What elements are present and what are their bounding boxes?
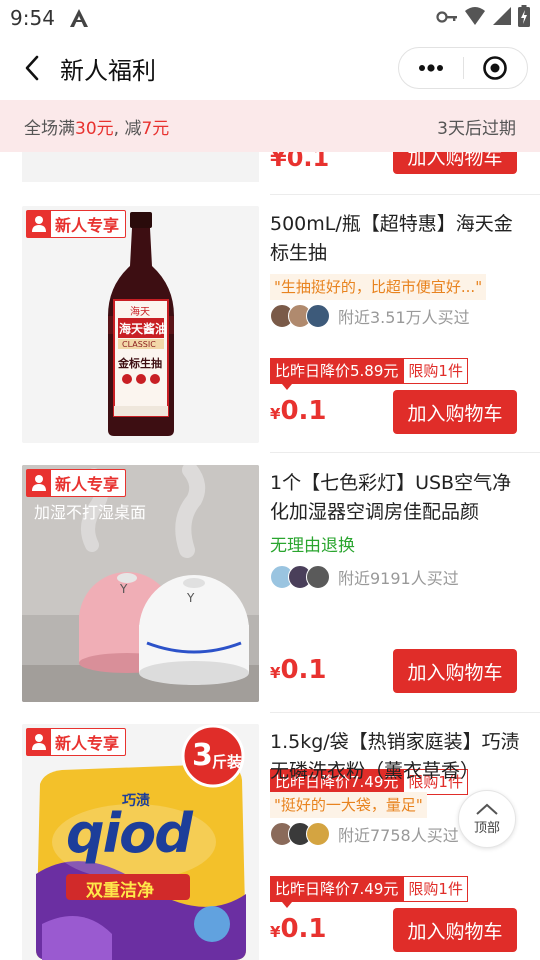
divider <box>270 712 540 713</box>
status-time: 9:54 <box>10 6 55 30</box>
user-icon <box>27 211 51 237</box>
back-arrow-icon <box>25 55 39 81</box>
chevron-up-icon <box>476 803 498 815</box>
product-image[interactable]: 新人专享 Y Y 加湿不打湿桌面 <box>22 465 259 702</box>
buyers-row: 附近3.51万人买过 <box>270 302 470 330</box>
target-close-icon <box>483 56 508 80</box>
new-user-badge: 新人专享 <box>26 728 127 756</box>
coupon-banner: 全场满 30元, 减 7元 3天后过期 <box>0 100 540 152</box>
buyers-row: 附近7758人买过 <box>270 820 459 848</box>
product-image[interactable]: 新人专享 海天 海天酱油 CLASSIC 金标生抽 <box>22 206 259 443</box>
add-to-cart-button[interactable]: 加入购物车 <box>393 908 517 952</box>
weight-unit: 斤装 <box>212 753 243 771</box>
back-button[interactable] <box>10 46 54 90</box>
user-icon <box>27 470 51 496</box>
back-to-top-label: 顶部 <box>473 820 500 836</box>
price-value: 0.1 <box>280 655 327 685</box>
more-menu-button[interactable] <box>399 48 463 88</box>
limit-tag: 限购1件 <box>403 876 468 902</box>
image-caption: 加湿不打湿桌面 <box>34 503 147 522</box>
currency-symbol: ¥ <box>270 664 281 682</box>
badge-label: 新人专享 <box>55 216 120 235</box>
product-title[interactable]: 1个【七色彩灯】USB空气净化加湿器空调房佳配品颜 <box>270 469 520 527</box>
back-to-top-button[interactable]: 顶部 <box>458 790 516 848</box>
price-cut-row: 比昨日降价5.89元 限购1件 <box>270 358 468 390</box>
buyer-avatars <box>270 565 330 589</box>
price-cut-tag: 比昨日降价7.49元 <box>270 876 404 908</box>
product-card[interactable]: 新人专享 Y Y 加湿不打湿桌面 1个【七色彩灯】USB空气净化加湿器空调房佳配… <box>0 465 540 801</box>
status-bar: 9:54 <box>0 0 540 36</box>
price-cut-row: 比昨日降价7.49元 限购1件 <box>270 876 468 908</box>
product-price: ¥0.1 <box>270 655 327 685</box>
bottle-brand-label: 海天 <box>130 307 150 318</box>
bottle-label-variant: 金标生抽 <box>118 357 162 370</box>
previous-product-image <box>22 152 259 182</box>
vpn-key-icon <box>436 9 458 28</box>
badge-label: 新人专享 <box>55 475 120 494</box>
promo-threshold: 30元 <box>75 118 114 139</box>
battery-icon <box>518 5 530 31</box>
previous-product-card: ¥0.1 加入购物车 <box>0 152 540 194</box>
badge-label: 新人专享 <box>55 734 120 753</box>
user-icon <box>27 729 51 755</box>
buyer-avatars <box>270 822 330 846</box>
mini-program-capsule <box>398 47 528 89</box>
add-to-cart-button[interactable]: 加入购物车 <box>393 152 517 174</box>
currency-symbol: ¥ <box>270 923 281 941</box>
avatar <box>306 822 330 846</box>
product-title[interactable]: 500mL/瓶【超特惠】海天金标生抽 <box>270 210 520 268</box>
promo-discount: 7元 <box>141 118 170 139</box>
product-price: ¥0.1 <box>270 914 327 944</box>
add-to-cart-button[interactable]: 加入购物车 <box>393 649 517 693</box>
new-user-badge: 新人专享 <box>26 210 127 238</box>
product-list: ¥0.1 加入购物车 新人专享 海天 海天酱油 CLASSIC 金标生抽 500… <box>0 152 540 960</box>
review-quote: "生抽挺好的，比超市便宜好..." <box>270 274 487 300</box>
accessibility-icon <box>69 8 89 28</box>
price-cut-tag: 比昨日降价5.89元 <box>270 358 404 390</box>
add-to-cart-button[interactable]: 加入购物车 <box>393 390 517 434</box>
wifi-icon <box>464 6 486 30</box>
price-value: 0.1 <box>280 914 327 944</box>
buyers-row: 附近9191人买过 <box>270 563 459 591</box>
weight-number: 3 <box>192 738 213 773</box>
previous-product-price: ¥0.1 <box>270 152 330 172</box>
brand-logo-text: qiod <box>66 802 193 865</box>
avatar <box>306 565 330 589</box>
limit-tag: 限购1件 <box>403 358 468 384</box>
bottle-label-classic: CLASSIC <box>122 340 156 349</box>
buyers-count: 附近3.51万人买过 <box>338 308 470 327</box>
buyers-count: 附近9191人买过 <box>338 569 459 588</box>
promo-prefix: 全场满 <box>24 118 75 139</box>
svg-text:Y: Y <box>186 591 195 605</box>
avatar <box>306 304 330 328</box>
promo-expiry: 3天后过期 <box>437 118 516 139</box>
slogan-label: 双重洁净 <box>86 881 154 901</box>
return-policy-tag: 无理由退换 <box>270 536 355 556</box>
product-title[interactable]: 1.5kg/袋【热销家庭装】巧渍无磷洗衣粉（薰衣草香） <box>270 728 520 786</box>
currency-symbol: ¥ <box>270 405 281 423</box>
nav-bar: 新人福利 <box>0 36 540 100</box>
svg-text:Y: Y <box>119 582 128 596</box>
promo-middle: , 减 <box>113 118 142 139</box>
bottle-label-main: 海天酱油 <box>119 322 168 336</box>
product-card[interactable]: 新人专享 3 斤装 巧渍 qiod 双重洁净 1.5kg/袋【热销家庭装】巧渍无… <box>0 724 540 960</box>
price-value: 0.1 <box>280 396 327 426</box>
product-image[interactable]: 新人专享 3 斤装 巧渍 qiod 双重洁净 <box>22 724 259 960</box>
more-dots-icon <box>418 64 443 72</box>
review-quote: "挺好的一大袋，量足" <box>270 792 427 818</box>
product-price: ¥0.1 <box>270 396 327 426</box>
page-title: 新人福利 <box>60 56 156 85</box>
close-mini-program-button[interactable] <box>464 48 528 88</box>
new-user-badge: 新人专享 <box>26 469 127 497</box>
buyers-count: 附近7758人买过 <box>338 826 459 845</box>
signal-icon <box>492 6 512 30</box>
product-card[interactable]: 新人专享 海天 海天酱油 CLASSIC 金标生抽 500mL/瓶【超特惠】海天… <box>0 206 540 444</box>
divider <box>270 194 540 195</box>
buyer-avatars <box>270 304 330 328</box>
divider <box>270 452 540 453</box>
